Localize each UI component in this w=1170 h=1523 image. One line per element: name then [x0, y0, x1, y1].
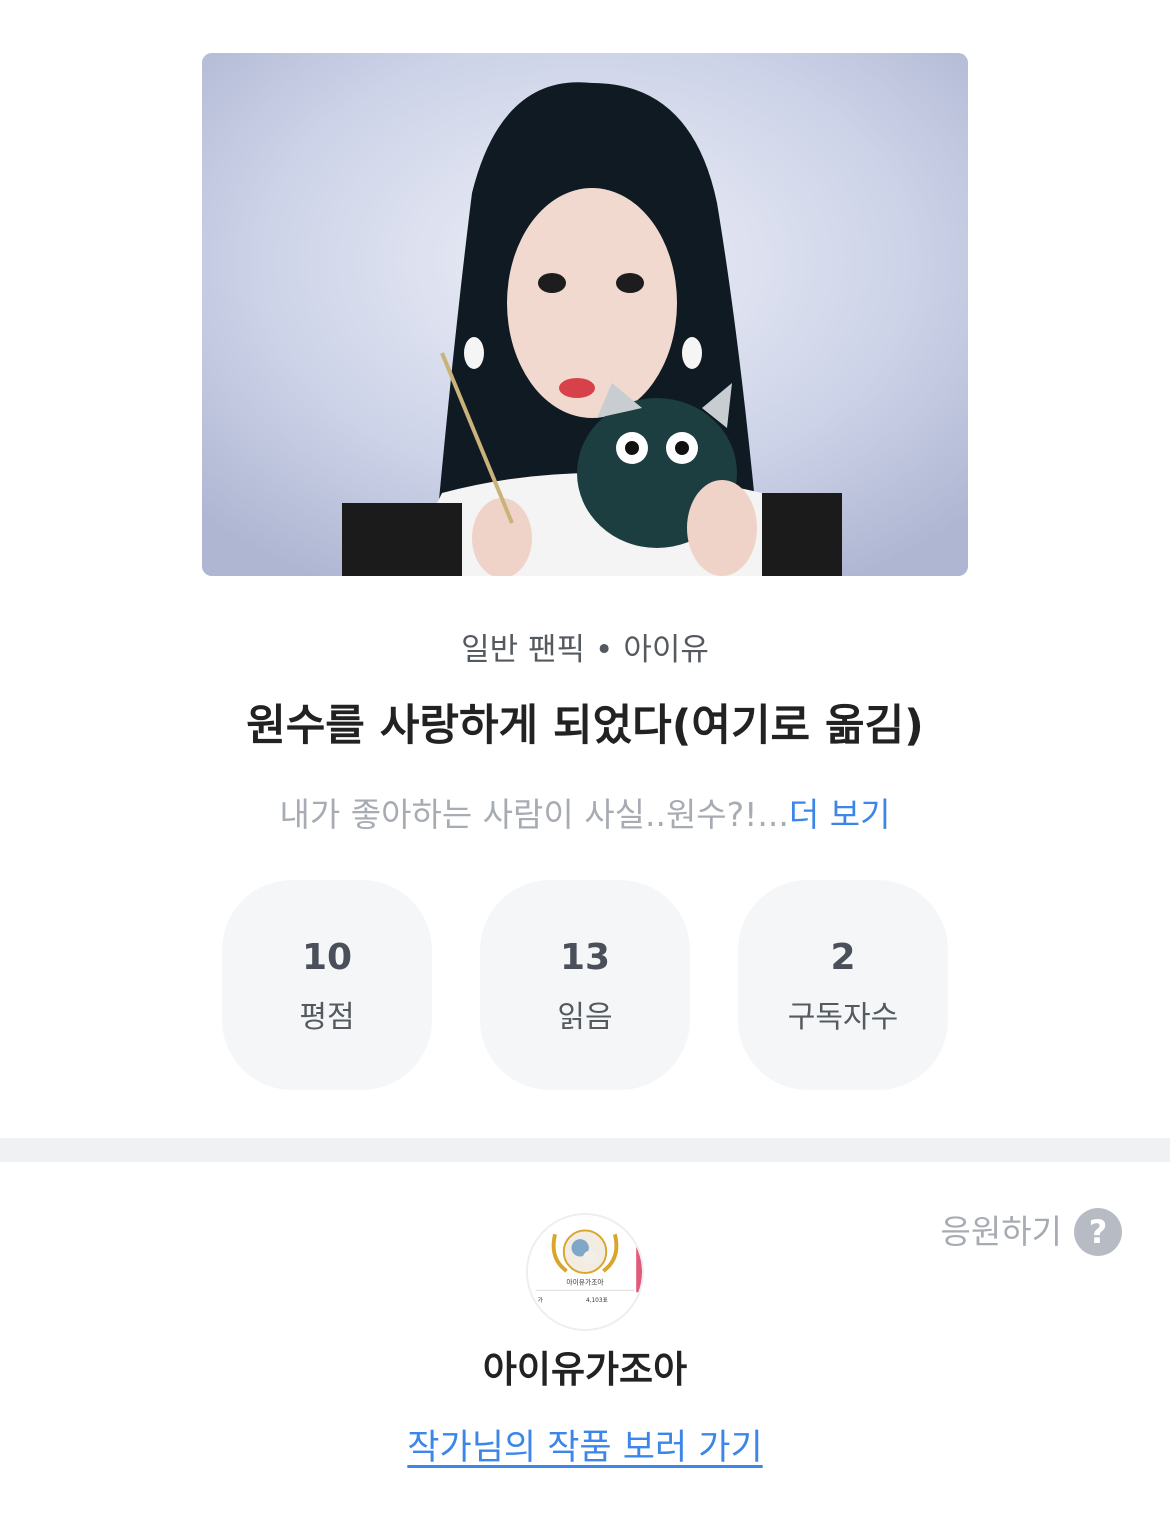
stat-label: 읽음	[557, 1000, 613, 1035]
author-works-link-row: 작가님의 작품 보러 가기	[0, 1422, 1170, 1474]
avatar-left-caption: 가	[538, 1296, 544, 1304]
stat-subscribers: 2 구독자수	[738, 880, 948, 1090]
stat-rating: 10 평점	[222, 880, 432, 1090]
stat-label: 구독자수	[787, 1000, 899, 1035]
work-title: 원수를 사랑하게 되었다(여기로 옮김)	[246, 701, 924, 751]
separator-dot: •	[595, 632, 614, 668]
stat-reads: 13 읽음	[480, 880, 690, 1090]
help-icon[interactable]: ?	[1074, 1208, 1122, 1256]
avatar-image: 아이유가조아 가 4,103표	[528, 1215, 642, 1329]
avatar-right-value: 4,103표	[586, 1297, 609, 1304]
work-detail-page: 일반 팬픽 • 아이유 원수를 사랑하게 되었다(여기로 옮김) 내가 좋아하는 사…	[0, 0, 1170, 1523]
cheer-label: 응원하기	[940, 1212, 1062, 1251]
avatar[interactable]: 아이유가조아 가 4,103표	[526, 1213, 644, 1331]
section-divider	[0, 1138, 1170, 1162]
cover-image	[202, 53, 968, 576]
stat-value: 2	[830, 937, 856, 978]
author-name: 아이유가조아	[482, 1348, 688, 1391]
cover-illustration	[202, 53, 968, 576]
cheer-button[interactable]: 응원하기 ?	[941, 1206, 1122, 1258]
work-synopsis: 내가 좋아하는 사람이 사실..원수?!...더 보기	[0, 790, 1170, 840]
synopsis-text: 내가 좋아하는 사람이 사실..원수?!...	[279, 795, 789, 834]
work-category-line: 일반 팬픽 • 아이유	[0, 628, 1170, 672]
more-link[interactable]: 더 보기	[789, 795, 891, 834]
stat-value: 10	[301, 937, 353, 978]
stat-label: 평점	[299, 1000, 355, 1035]
author-works-link[interactable]: 작가님의 작품 보러 가기	[407, 1428, 762, 1468]
category-label: 일반 팬픽	[461, 632, 586, 668]
avatar-name-text: 아이유가조아	[566, 1278, 604, 1287]
tag-label[interactable]: 아이유	[623, 632, 709, 668]
stat-value: 13	[559, 937, 611, 978]
